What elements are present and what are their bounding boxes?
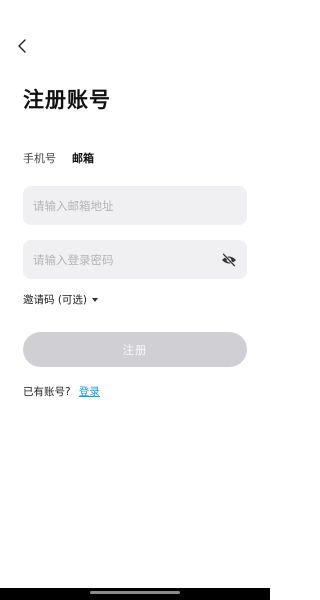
register-method-tabs: 手机号 邮箱 (23, 150, 94, 166)
page-title: 注册账号 (23, 88, 111, 112)
system-navigation-bar (0, 588, 270, 600)
login-link[interactable]: 登录 (79, 386, 100, 398)
register-button[interactable]: 注册 (23, 332, 247, 367)
email-field-container (23, 186, 247, 225)
login-prompt-row: 已有账号? 登录 (23, 384, 100, 399)
chevron-left-icon (18, 39, 26, 53)
home-indicator[interactable] (90, 591, 180, 594)
invite-code-label: 邀请码 (可选) (23, 294, 88, 306)
password-input[interactable] (33, 240, 213, 279)
tab-email[interactable]: 邮箱 (72, 150, 94, 166)
login-prompt-text: 已有账号? (23, 386, 71, 398)
email-input[interactable] (33, 186, 237, 225)
password-field-container (23, 240, 247, 279)
invite-code-toggle[interactable]: 邀请码 (可选) (23, 292, 99, 307)
eye-off-icon (222, 253, 236, 267)
back-button[interactable] (12, 36, 32, 56)
password-visibility-toggle[interactable] (220, 251, 238, 269)
tab-phone[interactable]: 手机号 (23, 150, 56, 166)
caret-down-icon (92, 297, 99, 302)
